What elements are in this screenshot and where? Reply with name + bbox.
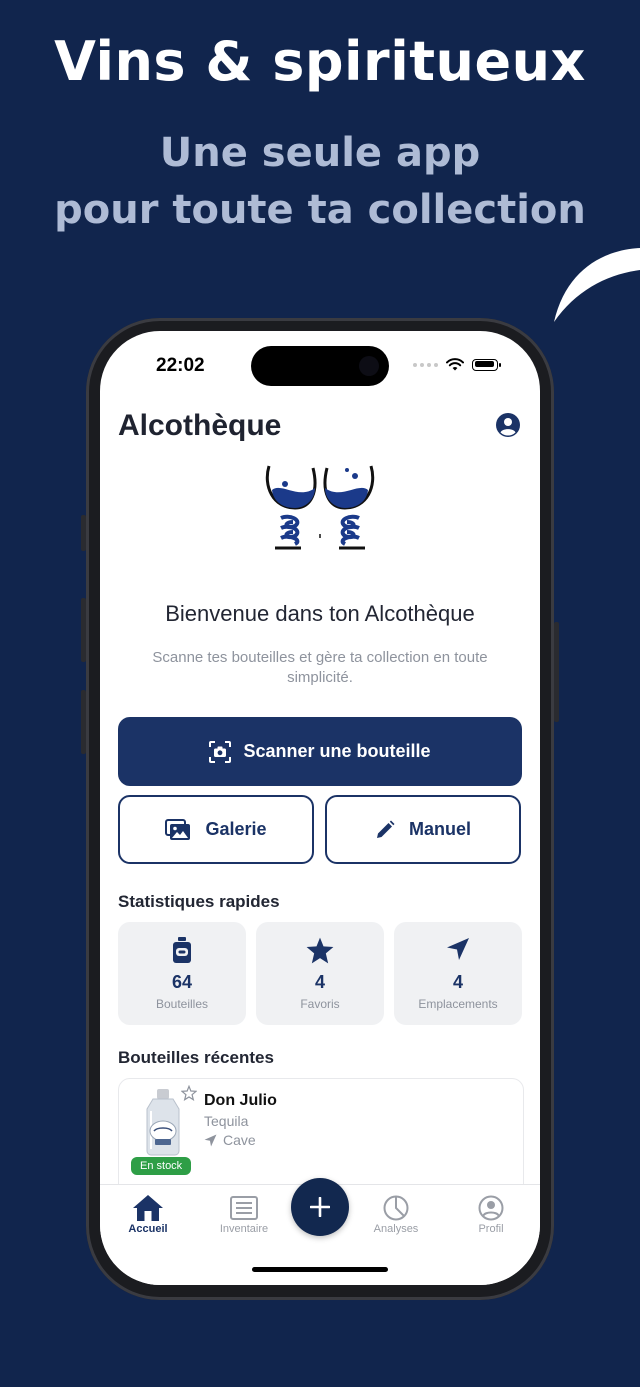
- plus-icon: [310, 1197, 330, 1217]
- promo-subtitle: Une seule app pour toute ta collection: [0, 125, 640, 239]
- status-icons: [413, 358, 501, 371]
- stock-badge: En stock: [131, 1157, 192, 1175]
- tab-label: Profil: [478, 1223, 504, 1235]
- status-bar: 22:02: [100, 331, 540, 401]
- scan-bottle-button[interactable]: Scanner une bouteille: [118, 717, 522, 786]
- add-bottle-button[interactable]: [291, 1178, 349, 1236]
- bottle-icon: [173, 937, 191, 963]
- home-icon: [133, 1195, 163, 1221]
- tab-label: Analyses: [373, 1223, 419, 1235]
- side-button: [81, 515, 86, 551]
- favorite-star-icon[interactable]: [181, 1085, 197, 1101]
- location-arrow-icon: [447, 938, 469, 960]
- home-indicator: [252, 1267, 388, 1272]
- bottle-location: Cave: [204, 1132, 256, 1148]
- welcome-title: Bienvenue dans ton Alcothèque: [165, 601, 475, 626]
- signal-icon: [413, 362, 438, 367]
- promo-subtitle-line2: pour toute ta collection: [54, 187, 586, 233]
- dynamic-island: [251, 346, 389, 386]
- stat-value: 4: [452, 972, 463, 992]
- location-arrow-icon: [204, 1134, 217, 1146]
- stat-card-locations[interactable]: 4 Emplacements: [394, 922, 522, 1025]
- phone-screen: 22:02 Alcothèque Bienvenue dans ton Alco…: [100, 331, 540, 1285]
- tab-label: Inventaire: [219, 1223, 269, 1235]
- camera-scan-icon: [209, 740, 232, 763]
- wifi-icon: [446, 358, 464, 371]
- pie-chart-icon: [383, 1195, 409, 1221]
- star-icon: [306, 937, 334, 964]
- tab-home[interactable]: Accueil: [108, 1193, 188, 1235]
- stat-card-bottles[interactable]: 64 Bouteilles: [118, 922, 246, 1025]
- quick-stats-title: Statistiques rapides: [118, 892, 280, 911]
- promo-title: Vins & spiritueux: [54, 30, 586, 93]
- tab-profile[interactable]: Profil: [451, 1193, 531, 1235]
- stat-label: Favoris: [300, 997, 340, 1011]
- side-button: [81, 690, 86, 754]
- manual-entry-button[interactable]: Manuel: [325, 795, 521, 864]
- gallery-button[interactable]: Galerie: [118, 795, 314, 864]
- tab-label: Accueil: [128, 1223, 168, 1235]
- stat-card-favorites[interactable]: 4 Favoris: [256, 922, 384, 1025]
- stat-value: 64: [171, 972, 193, 992]
- bottle-name: Don Julio: [204, 1092, 277, 1109]
- tab-inventory[interactable]: Inventaire: [204, 1193, 284, 1235]
- manual-entry-label: Manuel: [408, 819, 471, 839]
- scan-bottle-label: Scanner une bouteille: [243, 741, 431, 761]
- page-title: Alcothèque: [118, 409, 282, 442]
- gallery-icon: [165, 818, 191, 840]
- person-circle-icon: [478, 1195, 504, 1221]
- bottle-location-label: Cave: [223, 1132, 256, 1148]
- wine-glasses-logo: [265, 465, 375, 550]
- welcome-description: Scanne tes bouteilles et gère ta collect…: [152, 649, 488, 686]
- side-button: [554, 622, 559, 722]
- tab-analytics[interactable]: Analyses: [356, 1193, 436, 1235]
- gallery-label: Galerie: [205, 819, 267, 839]
- pencil-icon: [376, 820, 395, 838]
- stat-label: Bouteilles: [155, 997, 209, 1011]
- recent-bottles-title: Bouteilles récentes: [118, 1048, 274, 1067]
- status-time: 22:02: [156, 355, 205, 376]
- stat-label: Emplacements: [418, 997, 498, 1011]
- inventory-icon: [230, 1196, 258, 1220]
- battery-icon: [472, 358, 501, 371]
- promo-subtitle-line1: Une seule app: [159, 130, 481, 176]
- stat-value: 4: [314, 972, 325, 992]
- person-circle-icon[interactable]: [496, 413, 520, 437]
- side-button: [81, 598, 86, 662]
- bottle-type: Tequila: [204, 1113, 249, 1129]
- decorative-swoosh: [554, 248, 640, 322]
